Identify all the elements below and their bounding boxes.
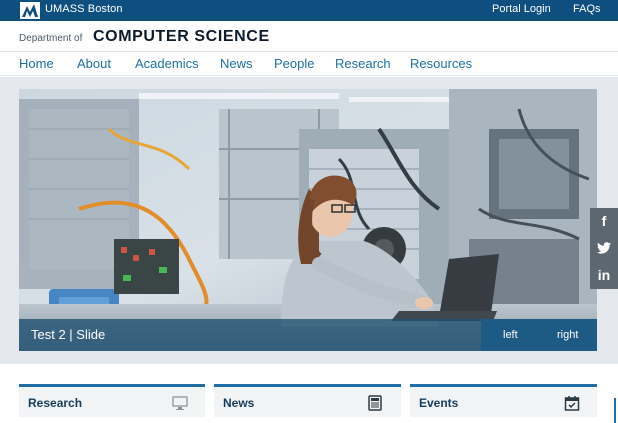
social-share-rail: f in xyxy=(590,208,618,289)
slide-caption: Test 2 | Slide xyxy=(31,327,106,342)
department-name[interactable]: COMPUTER SCIENCE xyxy=(93,28,270,46)
hero-slide-image xyxy=(19,89,597,351)
computer-icon xyxy=(172,396,188,410)
card-research-title: Research xyxy=(28,396,83,410)
twitter-icon[interactable] xyxy=(590,235,618,262)
linkedin-icon[interactable]: in xyxy=(590,262,618,289)
department-header: Department of COMPUTER SCIENCE xyxy=(0,21,618,52)
faqs-link[interactable]: FAQs xyxy=(573,3,601,15)
umass-logo-icon[interactable] xyxy=(20,2,40,19)
nav-item-resources[interactable]: Resources xyxy=(410,56,472,71)
nav-item-about[interactable]: About xyxy=(77,56,111,71)
facebook-icon[interactable]: f xyxy=(590,208,618,235)
nav-item-academics[interactable]: Academics xyxy=(135,56,199,71)
nav-item-home[interactable]: Home xyxy=(19,56,54,71)
calendar-check-icon xyxy=(564,396,580,411)
department-prefix: Department of xyxy=(19,33,83,44)
card-news-title: News xyxy=(223,396,255,410)
top-utility-bar: UMASS Boston Portal Login FAQs xyxy=(0,0,618,21)
university-name[interactable]: UMASS Boston xyxy=(45,3,123,15)
card-events[interactable]: Events xyxy=(410,384,597,417)
main-nav: Home About Academics News People Researc… xyxy=(0,52,618,76)
nav-item-research[interactable]: Research xyxy=(335,56,391,71)
nav-item-news[interactable]: News xyxy=(220,56,253,71)
portal-login-link[interactable]: Portal Login xyxy=(492,3,551,15)
slide-right-button[interactable]: right xyxy=(557,329,578,341)
newspaper-icon xyxy=(368,395,382,411)
card-news[interactable]: News xyxy=(214,384,401,417)
card-events-title: Events xyxy=(419,396,459,410)
card-research[interactable]: Research xyxy=(19,384,205,417)
nav-item-people[interactable]: People xyxy=(274,56,314,71)
slide-left-button[interactable]: left xyxy=(503,329,518,341)
lab-photo-illustration xyxy=(19,89,597,351)
scroll-edge-indicator xyxy=(614,398,616,423)
slider-controls xyxy=(481,319,597,351)
